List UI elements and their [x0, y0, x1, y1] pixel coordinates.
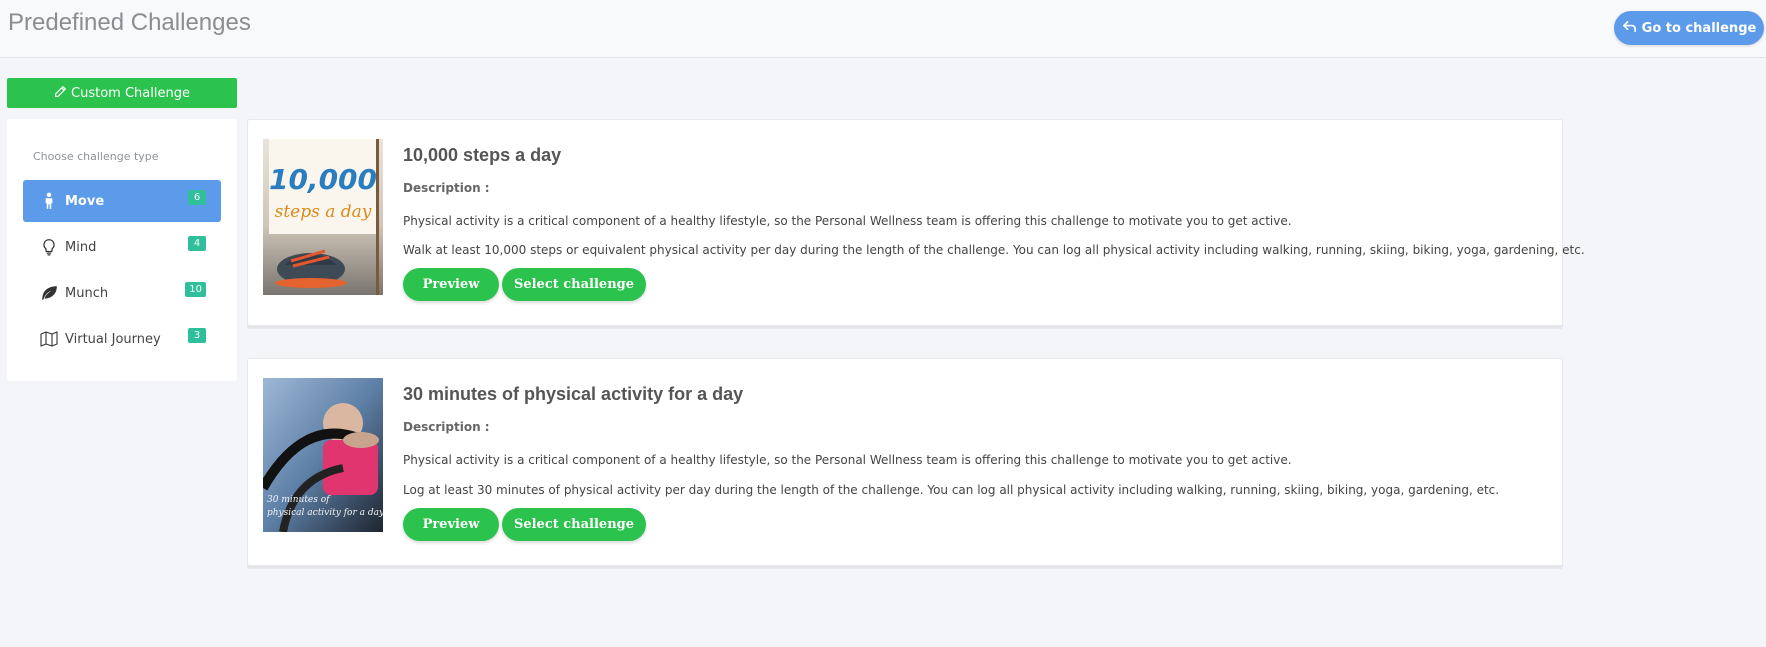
sidebar-heading: Choose challenge type	[33, 150, 159, 163]
challenge-card: 10,000 steps a day 10,000 steps a day De…	[247, 119, 1585, 326]
description-label: Description :	[403, 420, 490, 434]
image-text-sub: physical activity for a day	[267, 508, 383, 518]
description-line: Physical activity is a critical componen…	[403, 214, 1292, 228]
person-icon	[39, 191, 59, 211]
preview-button[interactable]: Preview	[403, 508, 499, 541]
description-line: Walk at least 10,000 steps or equivalent…	[403, 243, 1585, 257]
sidebar-item-mind[interactable]: Mind 4	[23, 226, 221, 268]
sidebar-item-label: Move	[65, 193, 105, 209]
select-challenge-button[interactable]: Select challenge	[502, 268, 646, 301]
challenge-title: 10,000 steps a day	[403, 145, 562, 165]
map-icon	[39, 329, 59, 349]
challenge-card: 30 minutes of physical activity for a da…	[247, 358, 1563, 566]
count-badge: 6	[188, 190, 206, 205]
go-to-challenge-button[interactable]: Go to challenge	[1614, 11, 1764, 45]
image-text-main: 30 minutes of	[267, 495, 331, 505]
challenge-image: 10,000 steps a day	[263, 139, 383, 295]
sidebar-item-label: Virtual Journey	[65, 331, 161, 347]
custom-challenge-button[interactable]: Custom Challenge	[7, 78, 237, 108]
sidebar-item-virtual-journey[interactable]: Virtual Journey 3	[23, 318, 221, 360]
go-to-challenge-label: Go to challenge	[1641, 20, 1757, 36]
select-challenge-button[interactable]: Select challenge	[502, 508, 646, 541]
lightbulb-icon	[39, 237, 59, 257]
challenge-title: 30 minutes of physical activity for a da…	[403, 384, 744, 404]
pencil-icon	[54, 85, 67, 102]
leaf-icon	[39, 283, 59, 303]
page-title: Predefined Challenges	[8, 9, 251, 36]
challenge-image: 30 minutes of physical activity for a da…	[263, 378, 383, 532]
description-line: Log at least 30 minutes of physical acti…	[403, 483, 1500, 497]
sidebar-item-label: Munch	[65, 285, 109, 301]
sidebar-item-munch[interactable]: Munch 10	[23, 272, 221, 314]
image-text-main: 10,000	[269, 163, 377, 196]
count-badge: 3	[188, 328, 206, 343]
description-line: Physical activity is a critical componen…	[403, 453, 1292, 467]
custom-challenge-label: Custom Challenge	[71, 85, 190, 101]
top-bar: Predefined Challenges Go to challenge	[0, 0, 1766, 58]
sidebar-item-move[interactable]: Move 6	[23, 180, 221, 222]
description-label: Description :	[403, 181, 490, 195]
count-badge: 10	[185, 282, 206, 297]
count-badge: 4	[188, 236, 206, 251]
reply-icon	[1622, 19, 1637, 38]
image-text-sub: steps a day	[275, 202, 372, 222]
preview-button[interactable]: Preview	[403, 268, 499, 301]
challenge-type-sidebar: Choose challenge type Move 6 Mind 4 Munc…	[7, 119, 237, 381]
sidebar-item-label: Mind	[65, 239, 97, 255]
